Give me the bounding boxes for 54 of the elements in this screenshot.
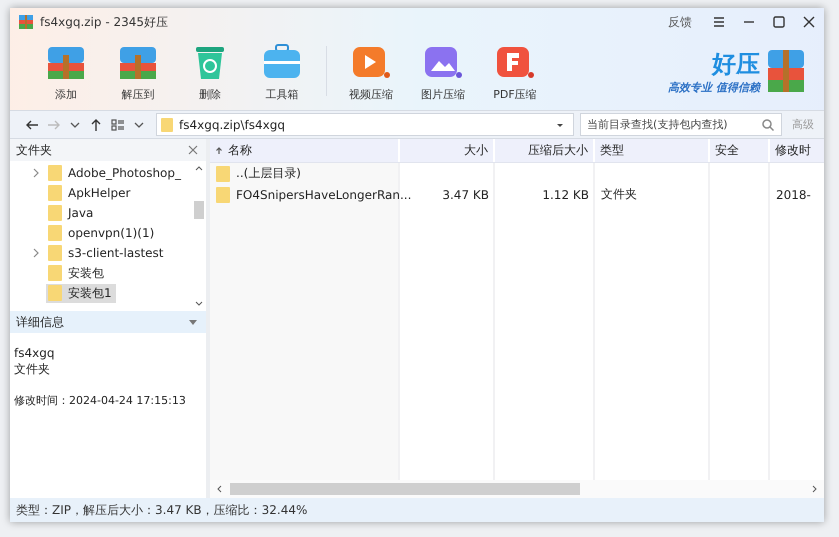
toolbar-button[interactable]: 添加: [30, 40, 102, 102]
chevron-up-icon[interactable]: [195, 165, 203, 171]
chevron-down-icon[interactable]: [195, 301, 203, 307]
column-header[interactable]: 修改时: [770, 139, 824, 162]
folder-icon: [216, 186, 230, 202]
toolbar-button[interactable]: 图片压缩: [407, 40, 479, 102]
menu-icon[interactable]: [712, 15, 726, 29]
chevron-right-icon[interactable]: [812, 485, 818, 493]
table-cell: 2018-: [776, 188, 811, 202]
feedback-link[interactable]: 反馈: [668, 14, 692, 30]
folder-tree-item[interactable]: openvpn(1)(1): [46, 224, 158, 242]
brand-logo: 好压 高效专业 值得信赖: [668, 46, 808, 96]
path-field[interactable]: fs4xgq.zip\fs4xgq: [156, 113, 574, 136]
chevron-right-icon[interactable]: [32, 168, 40, 178]
scrollbar-thumb[interactable]: [230, 483, 580, 495]
toolbar-button[interactable]: PDF压缩: [479, 40, 551, 102]
column-header[interactable]: 安全: [710, 139, 770, 162]
toolbar-button[interactable]: 解压到: [102, 40, 174, 102]
column-header[interactable]: 压缩后大小: [495, 139, 595, 162]
toolbar-button[interactable]: 删除: [174, 40, 246, 102]
detail-type: 文件夹: [14, 361, 51, 377]
status-bar: 类型：ZIP，解压后大小：3.47 KB，压缩比：32.44%: [10, 498, 824, 522]
archive-icon: [18, 14, 34, 30]
table-cell: 文件夹: [601, 186, 637, 203]
view-list-icon[interactable]: [110, 116, 126, 132]
folder-icon: [216, 166, 230, 182]
panel-title: 文件夹: [16, 142, 52, 158]
folder-tree-item[interactable]: 安装包1: [46, 284, 116, 302]
folder-tree-item[interactable]: s3-client-lastest: [46, 244, 168, 262]
table-cell: ..(上层目录): [236, 165, 301, 182]
scrollbar[interactable]: [210, 480, 824, 498]
scrollbar-thumb[interactable]: [194, 201, 204, 219]
table-cell: FO4SnipersHaveLongerRan...: [236, 188, 412, 202]
window-title: fs4xgq.zip - 2345好压: [40, 14, 168, 30]
column-header[interactable]: 类型: [595, 139, 710, 162]
chevron-right-icon[interactable]: [32, 248, 40, 258]
chevron-left-icon[interactable]: [216, 485, 222, 493]
table-cell: 3.47 KB: [442, 188, 489, 202]
panel-title: 详细信息: [16, 314, 64, 330]
folder-tree-item[interactable]: Adobe_Photoshop_: [46, 164, 186, 182]
detail-name: fs4xgq: [14, 345, 56, 361]
search-field[interactable]: 当前目录查找(支持包内查找): [585, 117, 761, 132]
detail-modified: 修改时间：2024-04-24 17:15:13: [14, 393, 187, 409]
search-bar[interactable]: 当前目录查找(支持包内查找): [580, 113, 782, 136]
maximize-icon[interactable]: [772, 15, 786, 29]
toolbar-button[interactable]: 工具箱: [246, 40, 318, 102]
close-icon[interactable]: [802, 15, 816, 29]
column-header[interactable]: 大小: [400, 139, 495, 162]
table-cell: 1.12 KB: [542, 188, 589, 202]
toolbar-button[interactable]: 视频压缩: [335, 40, 407, 102]
folder-tree-item[interactable]: Java: [46, 204, 98, 222]
folder-tree-item[interactable]: 安装包: [46, 264, 108, 282]
folder-tree-item[interactable]: ApkHelper: [46, 184, 134, 202]
search-icon[interactable]: [761, 118, 775, 132]
